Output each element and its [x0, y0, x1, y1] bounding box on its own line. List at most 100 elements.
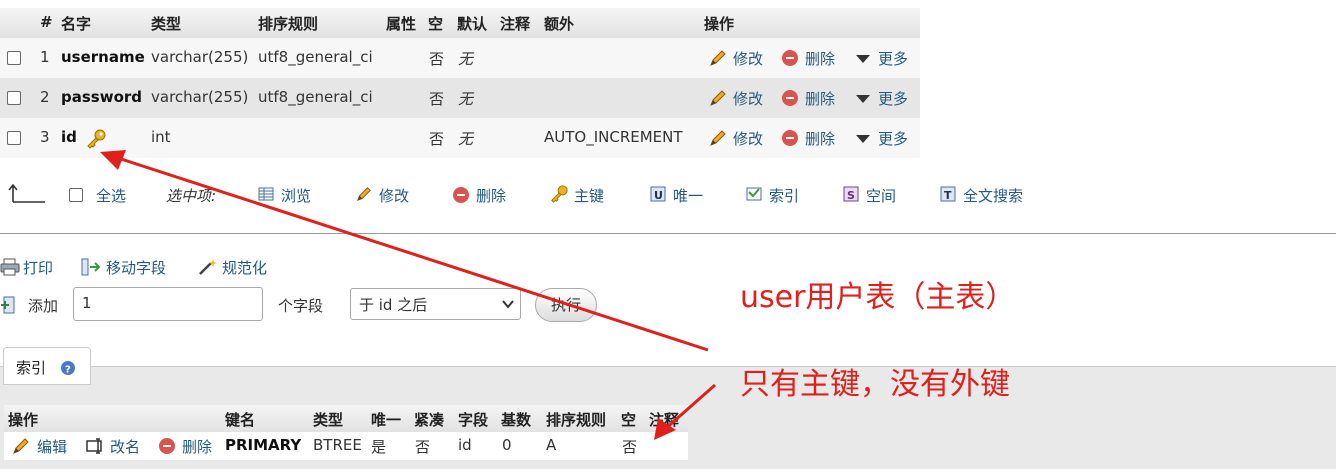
caret-down-icon	[856, 135, 870, 143]
go-button[interactable]: 执行	[535, 288, 597, 322]
col-header-num: #	[40, 13, 53, 31]
normalize-link[interactable]: 规范化	[222, 257, 267, 278]
row-checkbox[interactable]	[7, 131, 21, 145]
col-header-collation: 排序规则	[258, 15, 319, 33]
change-button[interactable]: 修改	[379, 185, 409, 206]
fields-label: 个字段	[278, 297, 324, 315]
drop-icon	[453, 187, 469, 203]
column-collation: utf8_general_ci	[258, 48, 373, 66]
drop-link[interactable]: 删除	[805, 48, 835, 69]
column-type: int	[151, 128, 171, 146]
svg-text:U: U	[654, 189, 663, 202]
browse-button[interactable]: 浏览	[281, 185, 311, 206]
index-unique: 是	[371, 438, 387, 456]
index-edit-link[interactable]: 编辑	[37, 436, 67, 457]
add-count-input[interactable]: 1	[73, 287, 263, 321]
column-type: varchar(255)	[151, 48, 249, 66]
edit-link[interactable]: 修改	[733, 48, 763, 69]
col-header-extra: 额外	[544, 15, 575, 33]
idx-col-keyname: 键名	[225, 411, 256, 429]
col-header-action: 操作	[704, 15, 735, 33]
primary-key-icon	[87, 129, 106, 149]
drop-link[interactable]: 删除	[805, 88, 835, 109]
drop-icon	[159, 438, 175, 454]
drop-icon	[782, 50, 798, 66]
pencil-icon	[710, 50, 726, 66]
row-number: 2	[40, 88, 50, 106]
check-all-checkbox[interactable]	[69, 188, 83, 202]
check-all-label[interactable]: 全选	[96, 185, 126, 206]
column-extra: AUTO_INCREMENT	[544, 128, 683, 146]
with-selected-label: 选中项:	[166, 187, 217, 205]
indexes-tab-label: 索引	[16, 359, 47, 377]
index-icon	[746, 187, 762, 201]
index-column: id	[458, 436, 472, 454]
primary-key-button[interactable]: 主键	[574, 185, 604, 206]
column-default: 无	[458, 90, 474, 108]
index-keyname: PRIMARY	[225, 436, 302, 454]
indexes-table-header: 操作 键名 类型 唯一 紧凑 字段 基数 排序规则 空 注释	[4, 405, 688, 432]
svg-text:T: T	[944, 189, 952, 202]
spatial-button[interactable]: 空间	[866, 185, 896, 206]
col-header-name[interactable]: 名字	[61, 13, 91, 34]
fulltext-button[interactable]: 全文搜索	[963, 185, 1023, 206]
caret-down-icon	[856, 95, 870, 103]
column-name: password	[61, 88, 143, 106]
indexes-tab[interactable]: 索引 ?	[3, 347, 91, 385]
edit-link[interactable]: 修改	[733, 88, 763, 109]
index-cardinality: 0	[502, 436, 512, 454]
drop-icon	[782, 90, 798, 106]
drop-icon	[782, 130, 798, 146]
pencil-icon	[356, 187, 371, 202]
unique-icon: U	[650, 186, 666, 202]
more-link[interactable]: 更多	[878, 48, 908, 69]
edit-link[interactable]: 修改	[733, 128, 763, 149]
row-checkbox[interactable]	[7, 91, 21, 105]
pencil-icon	[710, 90, 726, 106]
browse-icon	[258, 187, 274, 201]
drop-link[interactable]: 删除	[805, 128, 835, 149]
table-row: 3 id int 否 无 AUTO_INCREMENT 修改 删除 更多	[0, 118, 920, 158]
index-rename-link[interactable]: 改名	[110, 436, 140, 457]
pencil-icon	[13, 438, 29, 454]
col-header-default: 默认	[457, 15, 488, 33]
table-row: 1 username varchar(255) utf8_general_ci …	[0, 38, 920, 78]
column-type: varchar(255)	[151, 88, 249, 106]
row-checkbox[interactable]	[7, 51, 21, 65]
column-default: 无	[458, 130, 474, 148]
index-null: 否	[622, 438, 638, 456]
column-name: id	[61, 128, 77, 146]
col-header-attributes: 属性	[386, 15, 417, 33]
spatial-icon: S	[843, 186, 859, 202]
help-icon[interactable]: ?	[60, 360, 76, 376]
index-button[interactable]: 索引	[769, 185, 799, 206]
drop-button[interactable]: 删除	[476, 185, 506, 206]
table-row: 2 password varchar(255) utf8_general_ci …	[0, 78, 920, 118]
print-icon	[0, 258, 20, 276]
arrow-up-left-icon	[8, 183, 45, 203]
index-drop-link[interactable]: 删除	[182, 436, 212, 457]
fulltext-icon: T	[940, 186, 956, 202]
add-label: 添加	[28, 297, 59, 315]
column-null: 否	[429, 90, 445, 108]
move-columns-link[interactable]: 移动字段	[106, 257, 166, 278]
col-header-comment: 注释	[500, 15, 531, 33]
idx-col-column: 字段	[458, 411, 489, 429]
column-collation: utf8_general_ci	[258, 88, 373, 106]
rename-icon	[86, 438, 102, 454]
idx-col-cardinality: 基数	[501, 411, 532, 429]
more-link[interactable]: 更多	[878, 128, 908, 149]
idx-col-action: 操作	[8, 411, 39, 429]
index-type: BTREE	[313, 436, 362, 454]
column-name: username	[61, 48, 145, 66]
annotation-user-table: user用户表（主表）	[740, 280, 1016, 315]
section-divider	[0, 233, 1336, 234]
structure-table-header: # 名字 类型 排序规则 属性 空 默认 注释 额外 操作	[0, 8, 920, 38]
chevron-down-icon	[502, 300, 514, 309]
position-select[interactable]: 于 id 之后	[350, 288, 521, 320]
magic-wand-icon	[199, 259, 217, 275]
print-link[interactable]: 打印	[23, 257, 53, 278]
idx-col-type: 类型	[313, 411, 344, 429]
more-link[interactable]: 更多	[878, 88, 908, 109]
unique-button[interactable]: 唯一	[673, 185, 703, 206]
